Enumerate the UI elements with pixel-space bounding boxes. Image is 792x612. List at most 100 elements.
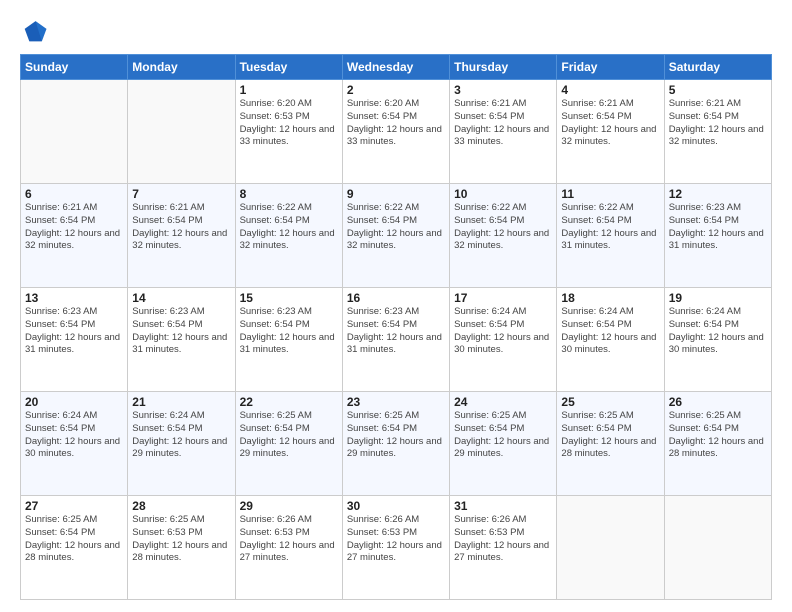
day-info: Sunrise: 6:22 AM Sunset: 6:54 PM Dayligh…	[240, 202, 338, 253]
day-info: Sunrise: 6:23 AM Sunset: 6:54 PM Dayligh…	[132, 306, 230, 357]
day-info: Sunrise: 6:23 AM Sunset: 6:54 PM Dayligh…	[669, 202, 767, 253]
calendar-week-1: 6Sunrise: 6:21 AM Sunset: 6:54 PM Daylig…	[21, 184, 772, 288]
day-info: Sunrise: 6:26 AM Sunset: 6:53 PM Dayligh…	[240, 514, 338, 565]
day-number: 1	[240, 83, 338, 97]
calendar-cell: 3Sunrise: 6:21 AM Sunset: 6:54 PM Daylig…	[450, 80, 557, 184]
calendar-header-tuesday: Tuesday	[235, 55, 342, 80]
day-number: 13	[25, 291, 123, 305]
calendar-cell: 30Sunrise: 6:26 AM Sunset: 6:53 PM Dayli…	[342, 496, 449, 600]
day-number: 24	[454, 395, 552, 409]
calendar-header-saturday: Saturday	[664, 55, 771, 80]
calendar-cell: 5Sunrise: 6:21 AM Sunset: 6:54 PM Daylig…	[664, 80, 771, 184]
calendar-week-2: 13Sunrise: 6:23 AM Sunset: 6:54 PM Dayli…	[21, 288, 772, 392]
day-info: Sunrise: 6:23 AM Sunset: 6:54 PM Dayligh…	[240, 306, 338, 357]
header	[20, 18, 772, 46]
calendar-cell: 2Sunrise: 6:20 AM Sunset: 6:54 PM Daylig…	[342, 80, 449, 184]
day-number: 6	[25, 187, 123, 201]
day-info: Sunrise: 6:23 AM Sunset: 6:54 PM Dayligh…	[25, 306, 123, 357]
day-number: 14	[132, 291, 230, 305]
day-info: Sunrise: 6:20 AM Sunset: 6:53 PM Dayligh…	[240, 98, 338, 149]
day-info: Sunrise: 6:22 AM Sunset: 6:54 PM Dayligh…	[454, 202, 552, 253]
day-number: 9	[347, 187, 445, 201]
calendar-cell: 4Sunrise: 6:21 AM Sunset: 6:54 PM Daylig…	[557, 80, 664, 184]
calendar-header-thursday: Thursday	[450, 55, 557, 80]
calendar-cell: 21Sunrise: 6:24 AM Sunset: 6:54 PM Dayli…	[128, 392, 235, 496]
day-number: 8	[240, 187, 338, 201]
day-number: 10	[454, 187, 552, 201]
day-number: 29	[240, 499, 338, 513]
calendar-cell: 15Sunrise: 6:23 AM Sunset: 6:54 PM Dayli…	[235, 288, 342, 392]
calendar-cell: 1Sunrise: 6:20 AM Sunset: 6:53 PM Daylig…	[235, 80, 342, 184]
day-info: Sunrise: 6:22 AM Sunset: 6:54 PM Dayligh…	[347, 202, 445, 253]
calendar-cell	[21, 80, 128, 184]
day-number: 25	[561, 395, 659, 409]
day-info: Sunrise: 6:25 AM Sunset: 6:54 PM Dayligh…	[347, 410, 445, 461]
day-info: Sunrise: 6:25 AM Sunset: 6:54 PM Dayligh…	[454, 410, 552, 461]
calendar-header-monday: Monday	[128, 55, 235, 80]
day-info: Sunrise: 6:25 AM Sunset: 6:54 PM Dayligh…	[240, 410, 338, 461]
calendar-cell: 29Sunrise: 6:26 AM Sunset: 6:53 PM Dayli…	[235, 496, 342, 600]
day-info: Sunrise: 6:26 AM Sunset: 6:53 PM Dayligh…	[454, 514, 552, 565]
day-info: Sunrise: 6:24 AM Sunset: 6:54 PM Dayligh…	[454, 306, 552, 357]
day-info: Sunrise: 6:21 AM Sunset: 6:54 PM Dayligh…	[669, 98, 767, 149]
day-info: Sunrise: 6:24 AM Sunset: 6:54 PM Dayligh…	[132, 410, 230, 461]
day-number: 3	[454, 83, 552, 97]
day-number: 15	[240, 291, 338, 305]
day-number: 7	[132, 187, 230, 201]
calendar-week-4: 27Sunrise: 6:25 AM Sunset: 6:54 PM Dayli…	[21, 496, 772, 600]
day-number: 21	[132, 395, 230, 409]
calendar-cell: 11Sunrise: 6:22 AM Sunset: 6:54 PM Dayli…	[557, 184, 664, 288]
calendar-header-wednesday: Wednesday	[342, 55, 449, 80]
day-info: Sunrise: 6:25 AM Sunset: 6:54 PM Dayligh…	[669, 410, 767, 461]
day-number: 4	[561, 83, 659, 97]
day-info: Sunrise: 6:21 AM Sunset: 6:54 PM Dayligh…	[561, 98, 659, 149]
calendar-cell	[128, 80, 235, 184]
day-info: Sunrise: 6:25 AM Sunset: 6:53 PM Dayligh…	[132, 514, 230, 565]
calendar-cell	[557, 496, 664, 600]
day-info: Sunrise: 6:26 AM Sunset: 6:53 PM Dayligh…	[347, 514, 445, 565]
calendar-cell: 22Sunrise: 6:25 AM Sunset: 6:54 PM Dayli…	[235, 392, 342, 496]
calendar-cell: 17Sunrise: 6:24 AM Sunset: 6:54 PM Dayli…	[450, 288, 557, 392]
calendar-cell: 25Sunrise: 6:25 AM Sunset: 6:54 PM Dayli…	[557, 392, 664, 496]
calendar-cell: 20Sunrise: 6:24 AM Sunset: 6:54 PM Dayli…	[21, 392, 128, 496]
calendar-table: SundayMondayTuesdayWednesdayThursdayFrid…	[20, 54, 772, 600]
calendar-cell: 18Sunrise: 6:24 AM Sunset: 6:54 PM Dayli…	[557, 288, 664, 392]
day-number: 28	[132, 499, 230, 513]
day-number: 30	[347, 499, 445, 513]
calendar-cell: 6Sunrise: 6:21 AM Sunset: 6:54 PM Daylig…	[21, 184, 128, 288]
day-info: Sunrise: 6:21 AM Sunset: 6:54 PM Dayligh…	[25, 202, 123, 253]
day-number: 26	[669, 395, 767, 409]
day-number: 11	[561, 187, 659, 201]
day-number: 23	[347, 395, 445, 409]
calendar-cell: 27Sunrise: 6:25 AM Sunset: 6:54 PM Dayli…	[21, 496, 128, 600]
page: SundayMondayTuesdayWednesdayThursdayFrid…	[0, 0, 792, 612]
calendar-header-sunday: Sunday	[21, 55, 128, 80]
calendar-cell: 12Sunrise: 6:23 AM Sunset: 6:54 PM Dayli…	[664, 184, 771, 288]
day-info: Sunrise: 6:24 AM Sunset: 6:54 PM Dayligh…	[561, 306, 659, 357]
calendar-week-0: 1Sunrise: 6:20 AM Sunset: 6:53 PM Daylig…	[21, 80, 772, 184]
day-number: 17	[454, 291, 552, 305]
day-number: 2	[347, 83, 445, 97]
calendar-cell: 31Sunrise: 6:26 AM Sunset: 6:53 PM Dayli…	[450, 496, 557, 600]
calendar-cell: 9Sunrise: 6:22 AM Sunset: 6:54 PM Daylig…	[342, 184, 449, 288]
day-info: Sunrise: 6:25 AM Sunset: 6:54 PM Dayligh…	[561, 410, 659, 461]
day-info: Sunrise: 6:25 AM Sunset: 6:54 PM Dayligh…	[25, 514, 123, 565]
day-number: 18	[561, 291, 659, 305]
day-number: 19	[669, 291, 767, 305]
calendar-cell: 8Sunrise: 6:22 AM Sunset: 6:54 PM Daylig…	[235, 184, 342, 288]
logo	[20, 18, 52, 46]
calendar-cell: 26Sunrise: 6:25 AM Sunset: 6:54 PM Dayli…	[664, 392, 771, 496]
calendar-cell: 24Sunrise: 6:25 AM Sunset: 6:54 PM Dayli…	[450, 392, 557, 496]
day-number: 5	[669, 83, 767, 97]
calendar-cell: 14Sunrise: 6:23 AM Sunset: 6:54 PM Dayli…	[128, 288, 235, 392]
day-info: Sunrise: 6:21 AM Sunset: 6:54 PM Dayligh…	[132, 202, 230, 253]
day-number: 16	[347, 291, 445, 305]
day-info: Sunrise: 6:24 AM Sunset: 6:54 PM Dayligh…	[25, 410, 123, 461]
day-info: Sunrise: 6:21 AM Sunset: 6:54 PM Dayligh…	[454, 98, 552, 149]
calendar-header-friday: Friday	[557, 55, 664, 80]
day-number: 22	[240, 395, 338, 409]
day-info: Sunrise: 6:22 AM Sunset: 6:54 PM Dayligh…	[561, 202, 659, 253]
calendar-cell: 7Sunrise: 6:21 AM Sunset: 6:54 PM Daylig…	[128, 184, 235, 288]
day-info: Sunrise: 6:20 AM Sunset: 6:54 PM Dayligh…	[347, 98, 445, 149]
calendar-cell: 13Sunrise: 6:23 AM Sunset: 6:54 PM Dayli…	[21, 288, 128, 392]
